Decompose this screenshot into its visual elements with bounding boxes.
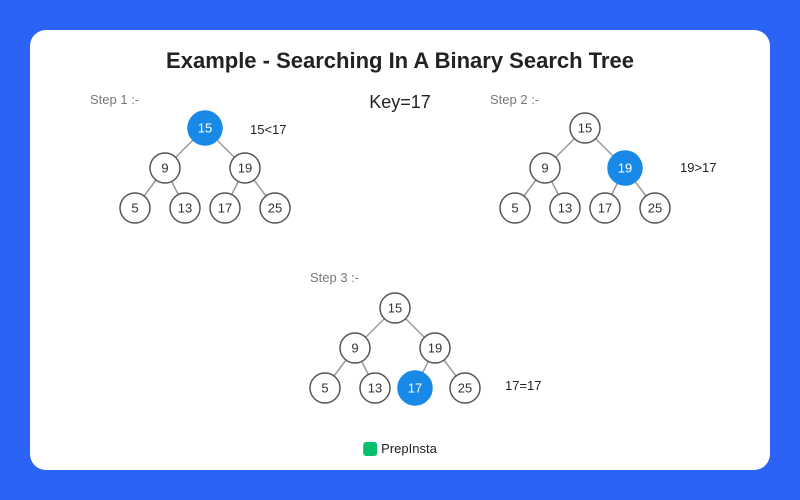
node-15: 15 <box>578 121 592 136</box>
node-19: 19 <box>618 161 632 176</box>
brand-logo: PrepInsta <box>363 441 437 456</box>
node-5: 5 <box>131 201 138 216</box>
node-19: 19 <box>428 341 442 356</box>
node-17: 17 <box>218 201 232 216</box>
diagram-card: Example - Searching In A Binary Search T… <box>30 30 770 470</box>
step1-tree: 15 9 19 5 13 17 25 <box>100 108 310 238</box>
step2-tree: 15 9 19 5 13 17 25 <box>480 108 690 238</box>
node-15: 15 <box>388 301 402 316</box>
node-25: 25 <box>268 201 282 216</box>
node-5: 5 <box>321 381 328 396</box>
step3-tree: 15 9 19 5 13 17 25 <box>290 288 500 418</box>
step1-label: Step 1 :- <box>90 92 139 107</box>
node-25: 25 <box>648 201 662 216</box>
step3-label: Step 3 :- <box>310 270 359 285</box>
step2-label: Step 2 :- <box>490 92 539 107</box>
search-key: Key=17 <box>369 92 431 113</box>
brand-icon <box>363 442 377 456</box>
node-13: 13 <box>558 201 572 216</box>
node-17: 17 <box>598 201 612 216</box>
node-9: 9 <box>541 161 548 176</box>
node-9: 9 <box>351 341 358 356</box>
node-17: 17 <box>408 381 422 396</box>
brand-text: PrepInsta <box>381 441 437 456</box>
node-15: 15 <box>198 121 212 136</box>
node-5: 5 <box>511 201 518 216</box>
step3-comparison: 17=17 <box>505 378 542 393</box>
node-25: 25 <box>458 381 472 396</box>
node-9: 9 <box>161 161 168 176</box>
node-13: 13 <box>368 381 382 396</box>
node-19: 19 <box>238 161 252 176</box>
node-13: 13 <box>178 201 192 216</box>
diagram-title: Example - Searching In A Binary Search T… <box>50 48 750 74</box>
